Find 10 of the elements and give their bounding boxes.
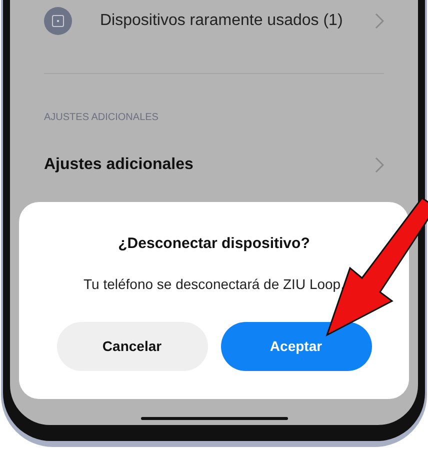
chevron-right-icon bbox=[375, 13, 384, 29]
dialog-title: ¿Desconectar dispositivo? bbox=[118, 234, 310, 254]
dialog-message: Tu teléfono se desconectará de ZIU Loop. bbox=[84, 274, 344, 294]
settings-item[interactable]: Ajustes adicionales bbox=[10, 153, 418, 177]
cancel-button[interactable]: Cancelar bbox=[56, 322, 208, 370]
section-header: AJUSTES ADICIONALES bbox=[44, 111, 160, 125]
list-item[interactable]: Dispositivos raramente usados (1) bbox=[10, 0, 418, 42]
chevron-right-icon bbox=[375, 157, 384, 173]
device-icon bbox=[44, 7, 72, 35]
accept-button[interactable]: Aceptar bbox=[220, 322, 372, 370]
